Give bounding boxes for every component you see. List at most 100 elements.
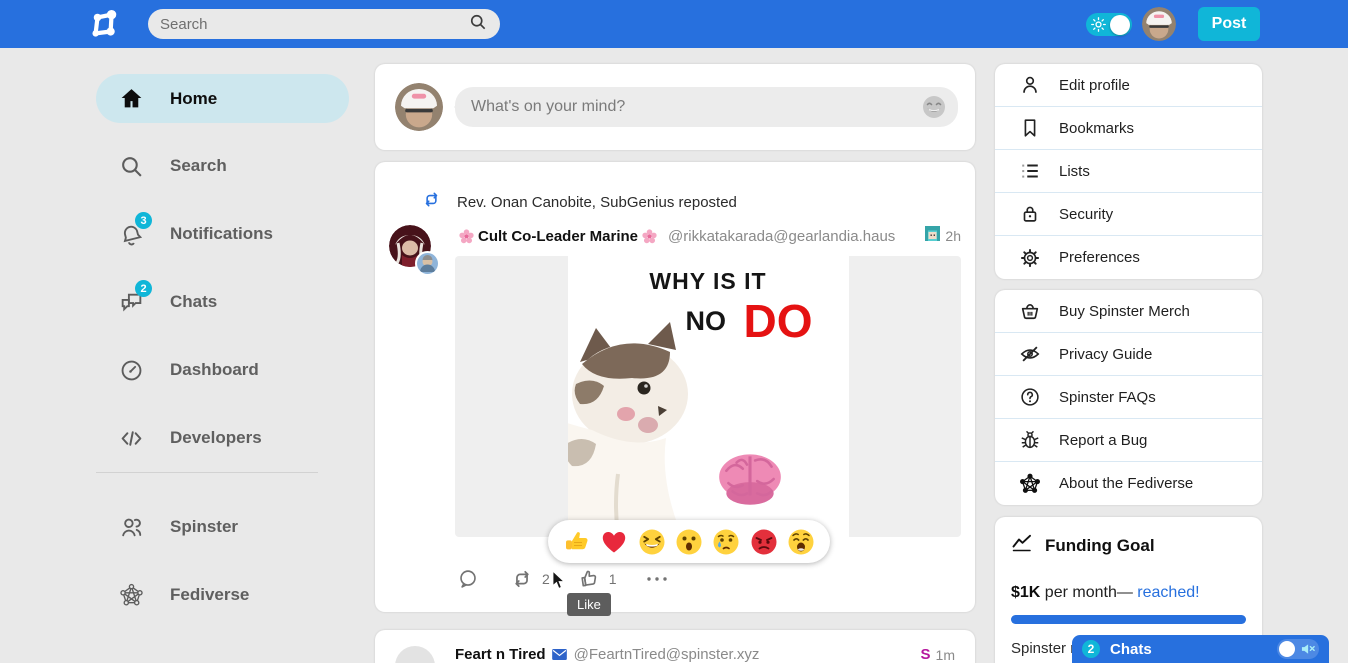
- reaction-laughing[interactable]: [638, 528, 666, 556]
- sidebar-divider: [96, 472, 318, 473]
- menu-item-label: About the Fediverse: [1059, 475, 1193, 492]
- menu-item-security[interactable]: Security: [995, 193, 1262, 236]
- sun-icon: [1091, 17, 1106, 37]
- sidebar-item-label: Home: [170, 89, 217, 109]
- eye-slash-icon: [1019, 343, 1041, 365]
- funding-amount: $1K: [1011, 584, 1040, 601]
- person-icon: [1019, 74, 1041, 96]
- chats-panel-title: Chats: [1110, 641, 1152, 658]
- cherry-blossom-icon: [459, 229, 474, 244]
- funding-progress-bar: [1011, 615, 1246, 624]
- bookmark-icon: [1019, 117, 1041, 139]
- menu-item-lists[interactable]: Lists: [995, 150, 1262, 193]
- search-input[interactable]: [160, 16, 468, 33]
- sidebar-item-spinster[interactable]: Spinster: [96, 509, 238, 545]
- post-timestamp[interactable]: 2h: [945, 228, 961, 244]
- funding-period: per month: [1040, 584, 1116, 601]
- search-icon: [118, 153, 144, 179]
- emoji-picker-icon[interactable]: [922, 95, 946, 119]
- reposter-mini-avatar[interactable]: [415, 251, 440, 276]
- reaction-crying[interactable]: [712, 528, 740, 556]
- post-author-handle[interactable]: @FeartnTired@spinster.xyz: [574, 646, 760, 663]
- bell-icon: 3: [118, 221, 144, 247]
- reaction-surprised[interactable]: [675, 528, 703, 556]
- post-header: Cult Co-Leader Marine @rikkatakarada@gea…: [455, 226, 961, 246]
- post-header: Feart n Tired @FeartnTired@spinster.xyz …: [455, 646, 955, 663]
- sidebar-item-search[interactable]: Search: [96, 148, 227, 184]
- reaction-bar: [548, 520, 830, 563]
- like-count: 1: [609, 571, 617, 587]
- sidebar-item-notifications[interactable]: 3 Notifications: [96, 216, 273, 252]
- meme-title-text: WHY IS IT: [568, 268, 849, 295]
- post-card: Feart n Tired @FeartnTired@spinster.xyz …: [375, 630, 975, 663]
- compose-input[interactable]: [471, 98, 922, 116]
- reaction-heart[interactable]: [600, 528, 628, 556]
- menu-item-label: Report a Bug: [1059, 432, 1147, 449]
- like-button[interactable]: 1: [578, 568, 617, 590]
- sidebar-item-dashboard[interactable]: Dashboard: [96, 352, 259, 388]
- post-author-name[interactable]: Cult Co-Leader Marine: [478, 228, 638, 245]
- chart-icon: [1011, 533, 1033, 558]
- post-card: Rev. Onan Canobite, SubGenius reposted: [375, 162, 975, 612]
- people-icon: [118, 514, 144, 540]
- menu-item-report-bug[interactable]: Report a Bug: [995, 419, 1262, 462]
- post-button[interactable]: Post: [1198, 7, 1260, 41]
- sidebar-item-label: Developers: [170, 428, 262, 448]
- sidebar-item-developers[interactable]: Developers: [96, 420, 262, 456]
- reaction-weary[interactable]: [787, 528, 815, 556]
- bug-icon: [1019, 429, 1041, 451]
- repost-note-row: Rev. Onan Canobite, SubGenius reposted: [422, 190, 737, 214]
- sidebar-item-label: Fediverse: [170, 585, 249, 605]
- menu-item-label: Bookmarks: [1059, 120, 1134, 137]
- funding-title: Funding Goal: [1045, 536, 1155, 556]
- post-author-handle[interactable]: @rikkatakarada@gearlandia.haus: [668, 228, 895, 245]
- post-timestamp[interactable]: 1m: [936, 647, 955, 663]
- search-icon[interactable]: [468, 12, 488, 37]
- like-tooltip: Like: [567, 593, 611, 616]
- toggle-knob: [1279, 641, 1295, 657]
- basket-icon: [1019, 300, 1041, 322]
- menu-item-edit-profile[interactable]: Edit profile: [995, 64, 1262, 107]
- chats-panel-header[interactable]: 2 Chats: [1072, 635, 1329, 663]
- repost-button[interactable]: 2: [511, 568, 550, 590]
- notifications-badge: 3: [135, 212, 152, 229]
- menu-item-privacy-guide[interactable]: Privacy Guide: [995, 333, 1262, 376]
- menu-item-about-fediverse[interactable]: About the Fediverse: [995, 462, 1262, 505]
- repost-count: 2: [542, 571, 550, 587]
- reaction-angry[interactable]: [750, 528, 778, 556]
- chat-sound-toggle[interactable]: [1277, 639, 1319, 659]
- meme-image[interactable]: WHY IS IT NO DO: [568, 256, 849, 537]
- more-options-button[interactable]: [645, 574, 669, 584]
- comment-button[interactable]: [457, 568, 479, 590]
- funding-separator: —: [1117, 584, 1137, 601]
- chats-badge: 2: [135, 280, 152, 297]
- question-circle-icon: [1019, 386, 1041, 408]
- post-author-avatar[interactable]: [395, 646, 435, 663]
- spinster-logo[interactable]: [90, 9, 120, 39]
- user-avatar[interactable]: [395, 83, 443, 131]
- menu-item-label: Privacy Guide: [1059, 346, 1152, 363]
- funding-reached-link[interactable]: reached!: [1137, 584, 1199, 601]
- reaction-thumbs-up[interactable]: [563, 528, 591, 556]
- theme-toggle[interactable]: [1086, 13, 1132, 36]
- account-menu-card: Edit profile Bookmarks Lists Security Pr…: [995, 64, 1262, 279]
- compose-card: [375, 64, 975, 150]
- post-author-name[interactable]: Feart n Tired: [455, 646, 546, 663]
- sidebar-item-label: Chats: [170, 292, 217, 312]
- sidebar-item-chats[interactable]: 2 Chats: [96, 284, 217, 320]
- sidebar-item-fediverse[interactable]: Fediverse: [96, 577, 249, 613]
- sidebar-item-home[interactable]: Home: [96, 74, 349, 123]
- menu-item-preferences[interactable]: Preferences: [995, 236, 1262, 279]
- mouse-cursor: [552, 570, 567, 596]
- instance-favicon: S: [921, 646, 931, 663]
- user-avatar[interactable]: [1142, 7, 1176, 41]
- menu-item-merch[interactable]: Buy Spinster Merch: [995, 290, 1262, 333]
- meme-do-text: DO: [744, 294, 813, 348]
- post-media: WHY IS IT NO DO: [455, 256, 961, 537]
- home-icon: [118, 86, 144, 112]
- lock-icon: [1019, 203, 1041, 225]
- menu-item-faqs[interactable]: Spinster FAQs: [995, 376, 1262, 419]
- sidebar-item-label: Notifications: [170, 224, 273, 244]
- theme-toggle-knob: [1110, 15, 1130, 35]
- menu-item-bookmarks[interactable]: Bookmarks: [995, 107, 1262, 150]
